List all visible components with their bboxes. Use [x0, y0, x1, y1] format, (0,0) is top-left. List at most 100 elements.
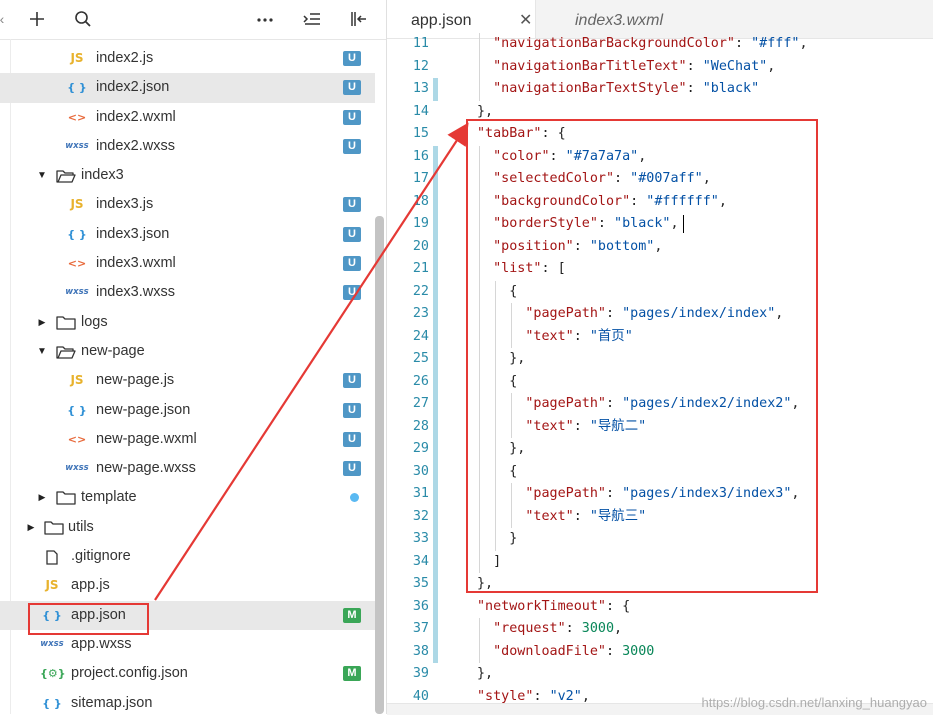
plus-icon[interactable] [26, 8, 48, 30]
tree-item-new-page-json[interactable]: { } new-page.json U [0, 396, 375, 425]
code-token: "black" [702, 81, 760, 96]
tree-item-project-config-json[interactable]: {⚙} project.config.json M [0, 659, 375, 688]
indent-guide [479, 258, 480, 281]
indent-guide [479, 303, 480, 326]
indent-guide [495, 370, 497, 393]
code-token: }, [477, 576, 494, 591]
code-text: { [509, 281, 517, 304]
chevron-right-icon[interactable]: ▶ [35, 483, 49, 512]
code-token: : [573, 238, 590, 254]
indent-guide [479, 415, 480, 438]
line-number: 37 [412, 621, 429, 636]
code-token: : [605, 643, 623, 659]
chevron-right-icon[interactable]: ▶ [35, 308, 49, 337]
tree-item-utils[interactable]: ▶ utils [0, 513, 375, 542]
tree-item-label: index3.wxml [96, 255, 176, 272]
gutter-change-marker [433, 370, 438, 393]
line-number: 16 [412, 148, 429, 164]
js-file-icon: JS [70, 197, 84, 212]
code-token: : [605, 306, 623, 321]
config-file-icon: {⚙} [40, 667, 66, 681]
tree-item-index3-wxss[interactable]: wxss index3.wxss U [0, 278, 375, 307]
code-token: "color" [493, 148, 550, 164]
tree-item-template[interactable]: ▶ template [0, 483, 375, 512]
split-icon[interactable] [347, 8, 369, 30]
code-token: "pagePath" [525, 486, 606, 501]
tree-item-app-wxss[interactable]: wxss app.wxss [0, 630, 375, 659]
chevron-down-icon[interactable]: ▼ [35, 161, 49, 190]
chevron-right-icon[interactable]: ▶ [24, 513, 38, 542]
tree-item-index2-wxml[interactable]: <> index2.wxml U [0, 103, 375, 132]
code-token: { [509, 463, 518, 479]
tree-item-new-page-wxss[interactable]: wxss new-page.wxss U [0, 454, 375, 483]
code-text: { [509, 371, 517, 394]
tree-item-label: index2.wxss [96, 137, 175, 154]
indent-guide [495, 348, 497, 371]
indent-guide [511, 483, 513, 506]
tree-item-sitemap-json[interactable]: { } sitemap.json [0, 689, 375, 714]
code-area[interactable]: 11 "navigationBarBackgroundColor": "#fff"… [387, 32, 933, 714]
code-token: : [734, 36, 752, 51]
gutter-change-marker [433, 460, 438, 483]
tree-item-label: app.js [71, 577, 110, 594]
tree-item-gitignore[interactable]: .gitignore [0, 542, 375, 571]
code-line: 14}, [387, 101, 933, 124]
gutter-change-marker [433, 348, 438, 371]
gutter-change-marker [433, 168, 438, 191]
tree-item-label: sitemap.json [71, 694, 153, 711]
indent-guide [479, 483, 480, 506]
tree-item-new-page-wxml[interactable]: <> new-page.wxml U [0, 425, 375, 454]
tree-item-new-page-js[interactable]: JS new-page.js U [0, 366, 375, 395]
tree-scrollbar[interactable] [375, 216, 384, 714]
code-token: "tabBar" [477, 126, 542, 141]
line-number: 24 [412, 328, 429, 344]
line-number: 33 [412, 531, 429, 546]
indent-guide [495, 415, 497, 438]
tree-item-app-json[interactable]: { } app.json M [0, 600, 375, 630]
search-icon[interactable] [72, 8, 94, 30]
code-line: 24 "text": "首页" [387, 325, 933, 348]
tree-item-index2-wxss[interactable]: wxss index2.wxss U [0, 132, 375, 161]
code-line: 36 "networkTimeout": { [387, 595, 933, 619]
indent-guide [479, 460, 480, 483]
indent-guide [495, 483, 497, 506]
gutter-change-marker [433, 280, 438, 303]
gutter-change-marker [433, 483, 438, 506]
tree-item-label: template [81, 489, 137, 506]
tree-item-index2-js[interactable]: JS index2.js U [0, 44, 375, 73]
tree-item-index3-wxml[interactable]: <> index3.wxml U [0, 249, 375, 278]
more-icon[interactable] [254, 8, 276, 30]
tree-item-new-page[interactable]: ▼ new-page [0, 337, 375, 366]
tree-item-app-js[interactable]: JS app.js [0, 571, 375, 600]
code-text: "networkTimeout": { [477, 596, 630, 619]
chevron-down-icon[interactable]: ▼ [35, 337, 49, 366]
line-number: 19 [412, 216, 429, 231]
code-token: } [509, 531, 518, 546]
tree-item-label: logs [81, 313, 108, 330]
panel-edge-icon: ‹ [0, 11, 5, 27]
tree-item-index3-js[interactable]: JS index3.js U [0, 190, 375, 219]
tree-item-index3[interactable]: ▼ index3 [0, 161, 375, 190]
line-number: 39 [412, 666, 429, 681]
code-token: "pages/index2/index2" [622, 396, 792, 411]
git-status-badge: U [343, 285, 361, 301]
line-number: 36 [412, 598, 429, 614]
code-line: 39}, [387, 663, 933, 686]
code-text: "navigationBarTextStyle": "black" [493, 78, 759, 101]
code-text: }, [477, 573, 493, 596]
indent-guide [495, 505, 497, 528]
indent-guide [479, 505, 480, 528]
line-number: 27 [412, 396, 429, 411]
code-token: , [767, 58, 776, 74]
tree-item-index2-json[interactable]: { } index2.json U [0, 73, 375, 103]
code-token: , [638, 148, 647, 164]
code-token: , [791, 396, 800, 411]
status-dot [350, 493, 359, 503]
code-token: "black" [614, 216, 671, 231]
tree-item-logs[interactable]: ▶ logs [0, 308, 375, 337]
tree-item-index3-json[interactable]: { } index3.json U [0, 220, 375, 249]
tree-item-label: index2.js [96, 50, 154, 66]
collapse-icon[interactable] [301, 8, 323, 30]
js-file-icon: JS [45, 578, 59, 593]
code-text: "pagePath": "pages/index2/index2", [525, 393, 799, 416]
